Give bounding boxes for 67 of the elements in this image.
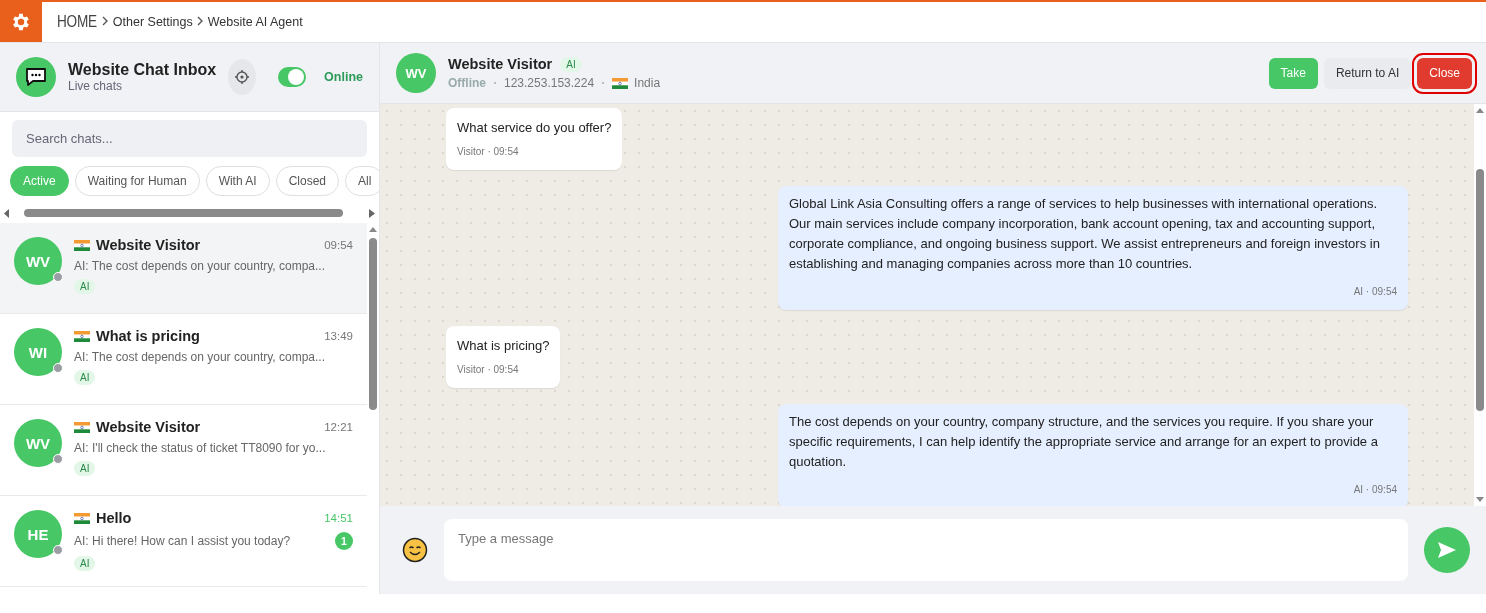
chat-preview: AI: The cost depends on your country, compa... — [74, 259, 327, 273]
send-button[interactable] — [1424, 527, 1470, 573]
message-text: Global Link Asia Consulting offers a range of services to help businesses with international operations. Our main services include company incorporation, bank account opening, tax and accounting support, corporate compliance, and ongoing business support. We assist entrepreneurs and foreign investors in establishing and managing companies across more than 10 countries. — [789, 195, 1381, 273]
avatar: WI — [14, 328, 62, 376]
send-icon — [1438, 542, 1456, 558]
filter-chip[interactable]: Closed — [275, 166, 339, 196]
chat-preview: AI: I'll check the status of ticket TT8090 for yo... — [74, 441, 327, 455]
flag-icon — [74, 239, 90, 251]
filter-chip[interactable]: All — [345, 166, 379, 196]
flag-icon — [74, 512, 90, 524]
ai-tag: AI — [560, 56, 582, 72]
message-text: What service do you offer? — [457, 119, 612, 137]
chat-time: 13:49 — [324, 330, 353, 342]
message-meta: AI · 09:54 — [1352, 285, 1397, 299]
flag-icon — [74, 421, 90, 433]
settings-logo[interactable] — [0, 2, 42, 42]
chat-time: 14:51 — [324, 512, 353, 524]
online-toggle[interactable] — [278, 67, 307, 87]
avatar: HE — [14, 510, 62, 558]
chat-preview: AI: The cost depends on your country, compa... — [74, 350, 327, 364]
message-meta: Visitor · 09:54 — [457, 363, 520, 377]
flag-icon — [74, 330, 90, 342]
message-input[interactable]: Type a message — [444, 519, 1408, 581]
chat-preview: AI: Hi there! How can I assist you today? — [74, 534, 292, 548]
scroll-up-icon[interactable] — [369, 227, 377, 232]
scroll-down-icon[interactable] — [1476, 497, 1484, 502]
filter-chip[interactable]: With AI — [205, 166, 270, 196]
avatar: WV — [14, 419, 62, 467]
smiley-icon[interactable] — [402, 537, 428, 563]
search-field[interactable]: Search chats... — [12, 120, 367, 157]
breadcrumb-link[interactable]: Website AI Agent — [207, 15, 303, 29]
message-meta: AI · 09:54 — [1352, 483, 1397, 497]
chat-name: Website Visitor — [96, 419, 202, 435]
chat-name: Website Visitor — [96, 237, 202, 253]
ai-tag: AI — [74, 370, 96, 385]
avatar: WV — [396, 53, 436, 93]
flag-icon — [612, 77, 629, 89]
action-button[interactable]: Return to AI — [1323, 57, 1412, 89]
ai-tag: AI — [74, 461, 96, 476]
breadcrumb-link[interactable]: Other Settings — [112, 15, 193, 29]
chat-name: Hello — [96, 510, 133, 526]
visitor-name: Website Visitor — [448, 56, 553, 72]
status-text: Offline — [448, 76, 486, 90]
home-link[interactable]: HOME — [57, 13, 97, 31]
chat-time: 09:54 — [324, 239, 353, 251]
chat-bubble-icon — [16, 57, 56, 97]
chat-list-item[interactable]: WV Website Visitor 09:54 AI: The cost depends on your country, compa... AI — [0, 223, 367, 314]
message-text: The cost depends on your country, company structure, and the services you require. If you share your specific requirements, I can help identify the appropriate service and arrange for an expert to provide a quotation. — [789, 413, 1379, 471]
scroll-up-icon[interactable] — [1476, 108, 1484, 113]
online-label: Online — [324, 70, 363, 84]
message-text: What is pricing? — [457, 337, 550, 355]
filter-chip[interactable]: Waiting for Human — [74, 166, 200, 196]
ip-address: 123.253.153.224 — [504, 76, 595, 90]
ai-tag: AI — [74, 279, 96, 294]
inbox-title: Website Chat Inbox — [68, 61, 217, 79]
scroll-left-icon[interactable] — [4, 208, 10, 218]
vertical-scrollbar[interactable] — [1474, 104, 1486, 506]
inbox-subtitle: Live chats — [68, 79, 124, 93]
message-meta: Visitor · 09:54 — [457, 145, 520, 159]
unread-count: 1 — [335, 532, 353, 550]
settings-button[interactable] — [228, 59, 257, 95]
avatar: WV — [14, 237, 62, 285]
country-name: India — [634, 76, 661, 90]
chat-time: 12:21 — [324, 421, 353, 433]
scroll-right-icon[interactable] — [369, 208, 375, 218]
ai-tag: AI — [74, 556, 96, 571]
chat-name: What is pricing — [96, 328, 201, 344]
